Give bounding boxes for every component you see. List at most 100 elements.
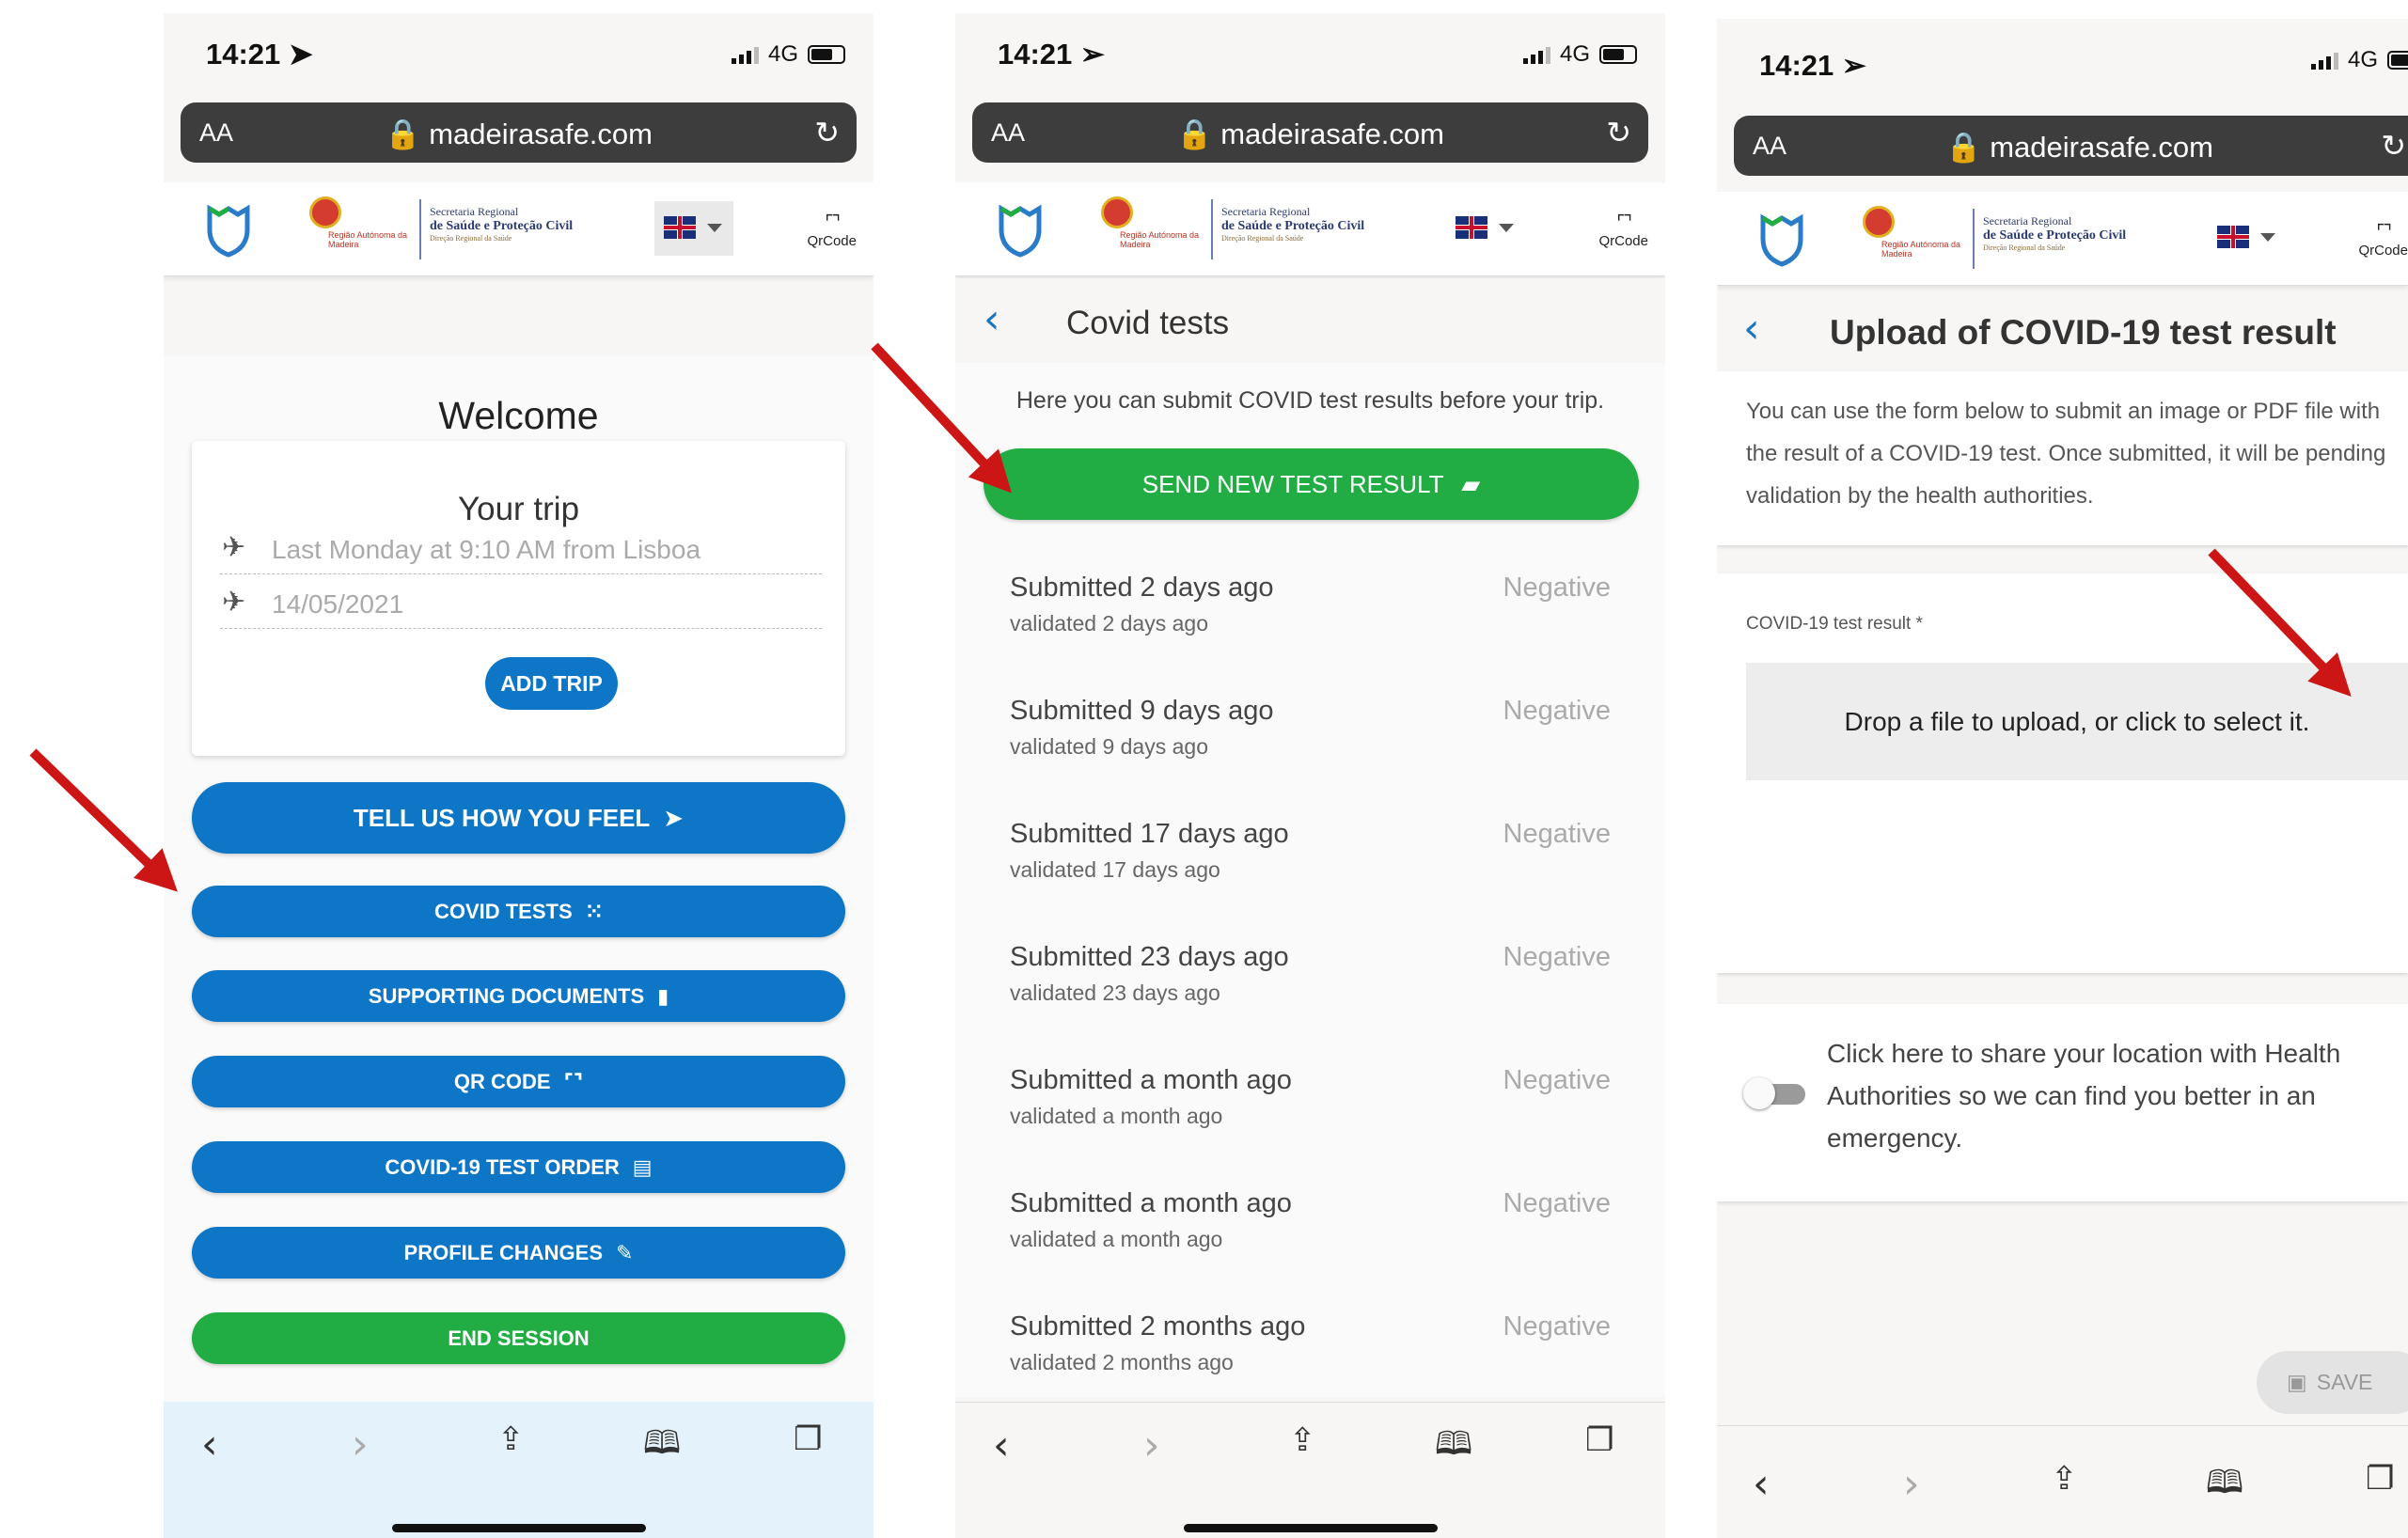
status-right: 4G xyxy=(2310,47,2408,73)
network-label: 4G xyxy=(2347,47,2378,72)
document-icon: ▰ xyxy=(1461,471,1481,499)
header-divider xyxy=(419,199,421,259)
list-item[interactable]: Submitted a month ago validated a month a… xyxy=(955,1042,1665,1164)
pencil-icon: ✎ xyxy=(616,1242,634,1265)
status-bar: 14:21 ➢ 4G xyxy=(955,13,1665,98)
list-item[interactable]: Submitted 23 days ago validated 23 days a… xyxy=(955,918,1665,1041)
chevron-left-icon[interactable]: ‹ xyxy=(984,295,1000,343)
back-icon[interactable]: ‹ xyxy=(201,1420,218,1468)
chevron-left-icon[interactable]: ‹ xyxy=(1743,305,1760,353)
uk-flag-icon xyxy=(1456,216,1487,239)
location-text[interactable]: Click here to share your location with H… xyxy=(1827,1032,2400,1159)
lock-icon: 🔒 xyxy=(384,118,421,150)
tabs-icon[interactable]: ❐ xyxy=(1585,1421,1613,1459)
field-label: COVID-19 test result * xyxy=(1746,614,1923,634)
status-time: 14:21 ➢ xyxy=(1759,49,1866,82)
floppy-icon: ▣ xyxy=(2287,1371,2307,1395)
signal-icon xyxy=(731,45,759,64)
url-field[interactable]: 🔒 madeirasafe.com xyxy=(972,117,1648,151)
list-item[interactable]: Submitted 2 months ago validated 2 months… xyxy=(955,1288,1665,1410)
qr-code-link[interactable]: ⌜⌝ QrCode xyxy=(2358,220,2408,259)
screenshot-collage: 14:21 ➤ 4G AA 🔒 madeirasafe.com ↻ Região… xyxy=(0,0,2408,1538)
list-item[interactable]: Submitted a month ago validated a month a… xyxy=(955,1165,1665,1287)
forward-icon[interactable]: › xyxy=(1143,1421,1160,1469)
end-session-button[interactable]: END SESSION xyxy=(192,1312,845,1364)
signal-icon xyxy=(2310,51,2338,70)
document-icon: ▮ xyxy=(657,985,669,1009)
qr-code-button[interactable]: QR CODE ⌜⌝ xyxy=(192,1056,845,1107)
reload-icon[interactable]: ↻ xyxy=(2381,128,2406,164)
tell-us-button[interactable]: TELL US HOW YOU FEEL ➤ xyxy=(192,782,845,854)
madeira-shield-icon[interactable] xyxy=(1758,211,1805,267)
app-header: Região Autónoma da Madeira Secretaria Re… xyxy=(955,182,1665,276)
region-logo: Região Autónoma da Madeira xyxy=(1863,206,1966,272)
trip-card: Your trip ✈ Last Monday at 9:10 AM from L… xyxy=(192,441,845,756)
departure-line: ✈ Last Monday at 9:10 AM from Lisboa xyxy=(220,526,822,574)
page-header: ‹ Covid tests xyxy=(955,278,1665,363)
reload-icon[interactable]: ↻ xyxy=(814,115,840,150)
lock-icon: 🔒 xyxy=(1944,131,1982,164)
madeira-shield-icon[interactable] xyxy=(205,201,252,258)
status-time: 14:21 ➤ xyxy=(206,38,313,71)
battery-icon xyxy=(1599,45,1637,64)
list-item[interactable]: Submitted 17 days ago validated 17 days a… xyxy=(955,795,1665,918)
header-divider xyxy=(1973,209,1975,269)
welcome-heading: Welcome xyxy=(438,394,599,437)
url-field[interactable]: 🔒 madeirasafe.com xyxy=(1734,130,2408,165)
chevron-down-icon xyxy=(2260,233,2275,242)
address-bar[interactable]: AA 🔒 madeirasafe.com ↻ xyxy=(181,102,857,163)
phone-covid-tests: 14:21 ➢ 4G AA 🔒 madeirasafe.com ↻ Região… xyxy=(955,13,1665,1538)
forward-icon[interactable]: › xyxy=(1903,1460,1920,1508)
qr-code-link[interactable]: ⌜⌝ QrCode xyxy=(807,211,857,249)
landing-icon: ✈ xyxy=(222,586,246,619)
language-select[interactable] xyxy=(2208,211,2287,265)
secretaria-logo: Secretaria Regional de Saúde e Proteção … xyxy=(430,205,574,243)
supporting-documents-button[interactable]: SUPPORTING DOCUMENTS ▮ xyxy=(192,970,845,1022)
page-title: Covid tests xyxy=(1066,305,1230,341)
address-bar[interactable]: AA 🔒 madeirasafe.com ↻ xyxy=(1734,116,2408,176)
takeoff-icon: ✈ xyxy=(222,531,246,564)
battery-icon xyxy=(808,45,845,64)
share-icon[interactable]: ⇪ xyxy=(2051,1460,2078,1498)
list-item[interactable]: Submitted 9 days ago validated 9 days ago… xyxy=(955,672,1665,794)
status-bar: 14:21 ➢ 4G xyxy=(1717,19,2408,103)
arrival-line: ✈ 14/05/2021 xyxy=(220,580,822,629)
book-icon[interactable]: 🕮 xyxy=(643,1420,681,1474)
location-toggle[interactable] xyxy=(1743,1077,1809,1109)
add-trip-button[interactable]: ADD TRIP xyxy=(485,657,618,710)
app-header: Região Autónoma da Madeira Secretaria Re… xyxy=(164,182,873,276)
reload-icon[interactable]: ↻ xyxy=(1606,115,1631,150)
region-logo: Região Autónoma da Madeira xyxy=(309,196,413,262)
back-icon[interactable]: ‹ xyxy=(1753,1460,1770,1508)
home-indicator xyxy=(1183,1524,1438,1532)
grid-icon: ⁙ xyxy=(585,901,604,924)
book-icon[interactable]: 🕮 xyxy=(1435,1421,1472,1475)
back-icon[interactable]: ‹ xyxy=(993,1421,1010,1469)
url-field[interactable]: 🔒 madeirasafe.com xyxy=(181,117,857,151)
tabs-icon[interactable]: ❐ xyxy=(794,1420,822,1458)
language-select[interactable] xyxy=(654,201,733,256)
book-icon[interactable]: 🕮 xyxy=(2206,1460,2243,1514)
address-bar[interactable]: AA 🔒 madeirasafe.com ↻ xyxy=(972,102,1648,163)
safari-toolbar: ‹ › ⇪ 🕮 ❐ xyxy=(1717,1425,2408,1538)
language-select[interactable] xyxy=(1446,201,1525,256)
send-icon: ➤ xyxy=(663,805,685,833)
save-button[interactable]: ▣ SAVE xyxy=(2257,1351,2408,1414)
test-order-button[interactable]: COVID-19 TEST ORDER ▤ xyxy=(192,1141,845,1193)
send-test-result-button[interactable]: SEND NEW TEST RESULT ▰ xyxy=(984,448,1639,520)
share-icon[interactable]: ⇪ xyxy=(497,1420,525,1458)
share-icon[interactable]: ⇪ xyxy=(1289,1421,1316,1459)
qr-code-link[interactable]: ⌜⌝ QrCode xyxy=(1598,211,1648,249)
covid-intro: Here you can submit COVID test results b… xyxy=(1015,387,1605,414)
location-arrow-icon: ➢ xyxy=(1079,38,1105,71)
tabs-icon[interactable]: ❐ xyxy=(2366,1460,2394,1498)
profile-changes-button[interactable]: PROFILE CHANGES ✎ xyxy=(192,1227,845,1279)
status-bar: 14:21 ➤ 4G xyxy=(164,13,873,98)
safari-toolbar: ‹ › ⇪ 🕮 ❐ xyxy=(164,1402,873,1538)
forward-icon[interactable]: › xyxy=(352,1420,369,1468)
uk-flag-icon xyxy=(2217,226,2249,248)
madeira-shield-icon[interactable] xyxy=(997,201,1044,258)
covid-tests-button[interactable]: COVID TESTS ⁙ xyxy=(192,886,845,937)
list-item[interactable]: Submitted 2 days ago validated 2 days ago… xyxy=(955,549,1665,671)
id-card-icon: ▤ xyxy=(632,1156,653,1180)
